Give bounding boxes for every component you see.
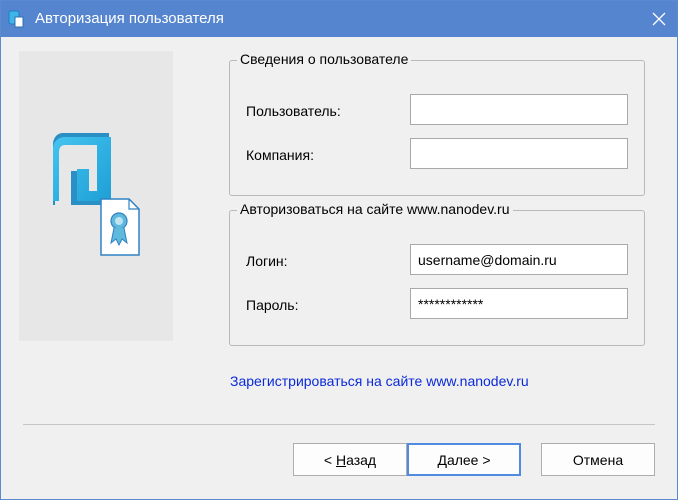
site-auth-group-title: Авторизоваться на сайте www.nanodev.ru [237,201,513,217]
register-link[interactable]: Зарегистрироваться на сайте www.nanodev.… [230,373,529,389]
divider [23,424,655,425]
user-info-group-title: Сведения о пользователе [237,51,412,67]
user-label: Пользователь: [246,103,341,119]
dialog-window: Авторизация пользователя Сведения о поль… [0,0,678,500]
title-bar[interactable]: Авторизация пользователя [1,1,677,37]
login-input[interactable] [410,244,628,275]
password-label: Пароль: [246,297,299,313]
back-button[interactable]: < Назад [293,443,407,476]
cancel-button[interactable]: Отмена [541,443,655,476]
back-button-mnemonic: Н [335,451,347,468]
next-button-mnemonic: Д [437,451,447,468]
company-label: Компания: [246,147,314,163]
close-icon [652,12,666,26]
user-input[interactable] [410,94,628,125]
next-button-label: алее > [446,451,491,468]
password-input[interactable] [410,288,628,319]
back-button-prefix: < [323,451,336,468]
dialog-content: Сведения о пользователе Пользователь: Ко… [1,37,677,499]
app-icon [8,10,24,28]
window-title: Авторизация пользователя [35,10,224,27]
site-auth-group: Авторизоваться на сайте www.nanodev.ru Л… [229,201,645,346]
cancel-button-label: Отмена [572,451,624,468]
user-info-group: Сведения о пользователе Пользователь: Ко… [229,51,645,196]
back-button-label: азад [346,451,377,468]
company-input[interactable] [410,138,628,169]
next-button[interactable]: Далее > [407,443,521,476]
nanocad-logo-icon [53,133,140,256]
side-panel [19,51,173,341]
login-label: Логин: [246,253,288,269]
close-button[interactable] [646,7,672,31]
